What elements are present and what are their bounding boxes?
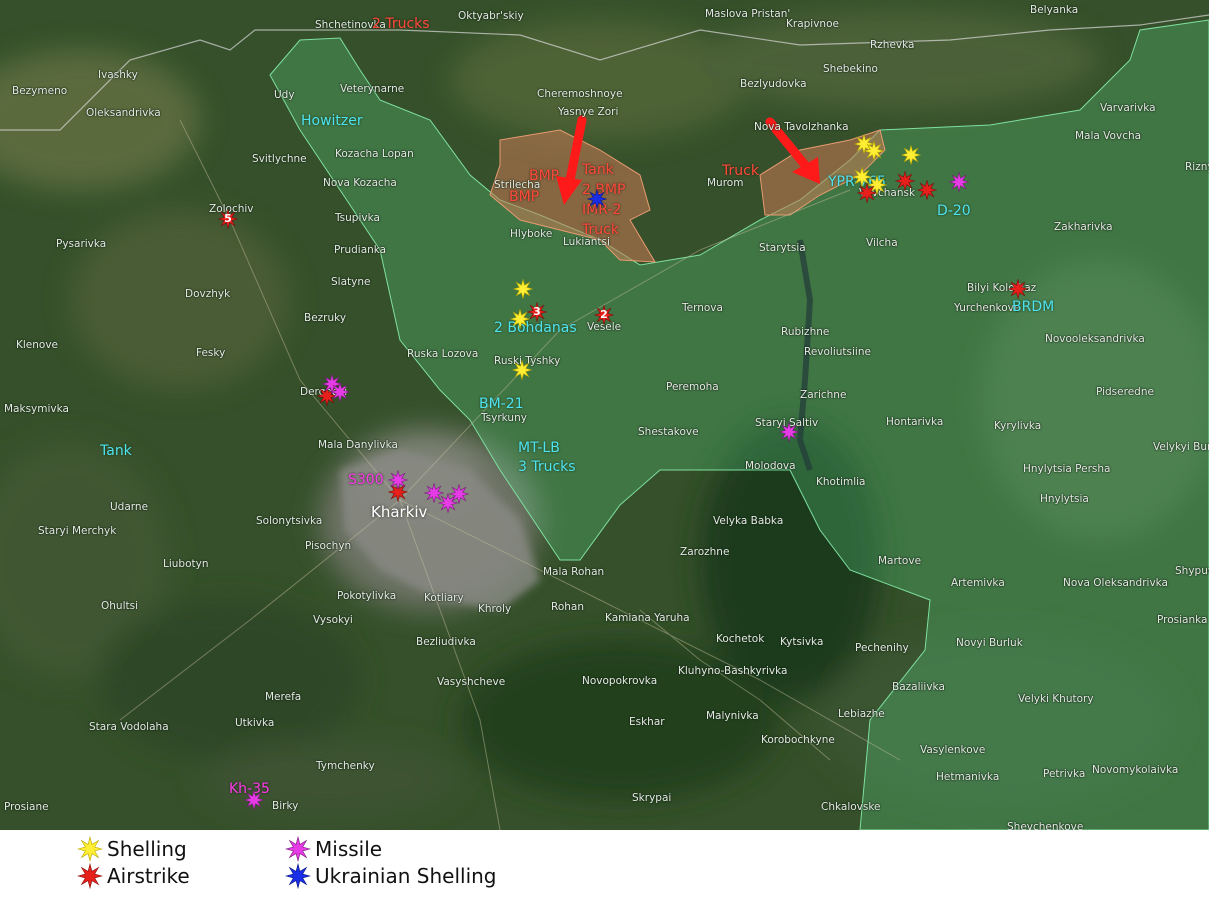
airstrike-marker[interactable] — [1008, 279, 1028, 299]
map-legend: Shelling Airstrike Missile Ukrainian She… — [0, 830, 1209, 921]
map-base — [0, 0, 1209, 830]
airstrike-marker[interactable] — [917, 180, 937, 200]
satellite-map[interactable]: Shchetinovka Oktyabr'skiy Maslova Pristan'… — [0, 0, 1209, 830]
airstrike-marker[interactable]: 3 — [527, 302, 547, 322]
airstrike-marker[interactable] — [857, 183, 877, 203]
missile-marker[interactable] — [330, 382, 350, 402]
missile-marker[interactable] — [949, 172, 969, 192]
airstrike-marker[interactable]: 2 — [594, 305, 614, 325]
marker-count: 5 — [224, 212, 232, 225]
airstrike-marker[interactable] — [895, 171, 915, 191]
legend-label-missile: Missile — [315, 837, 383, 861]
shelling-star-icon — [77, 836, 103, 862]
missile-marker[interactable] — [779, 422, 799, 442]
shelling-marker[interactable] — [513, 279, 533, 299]
ukrainian-shelling-star-icon — [285, 863, 311, 889]
legend-item-shelling: Shelling — [77, 836, 187, 862]
marker-count: 2 — [600, 308, 608, 321]
shelling-marker[interactable] — [512, 360, 532, 380]
shelling-marker[interactable] — [864, 141, 884, 161]
legend-item-ukrainian-shelling: Ukrainian Shelling — [285, 863, 497, 889]
missile-marker[interactable] — [388, 470, 408, 490]
legend-label-airstrike: Airstrike — [107, 864, 190, 888]
airstrike-marker[interactable]: 5 — [218, 209, 238, 229]
legend-item-missile: Missile — [285, 836, 382, 862]
legend-label-ukrainian-shelling: Ukrainian Shelling — [315, 864, 497, 888]
marker-count: 3 — [533, 305, 541, 318]
airstrike-star-icon — [77, 863, 103, 889]
ukrainian-shelling-marker[interactable] — [587, 189, 607, 209]
shelling-marker[interactable] — [901, 145, 921, 165]
missile-marker[interactable] — [244, 790, 264, 810]
legend-label-shelling: Shelling — [107, 837, 187, 861]
missile-marker[interactable] — [449, 484, 469, 504]
missile-star-icon — [285, 836, 311, 862]
legend-item-airstrike: Airstrike — [77, 863, 190, 889]
